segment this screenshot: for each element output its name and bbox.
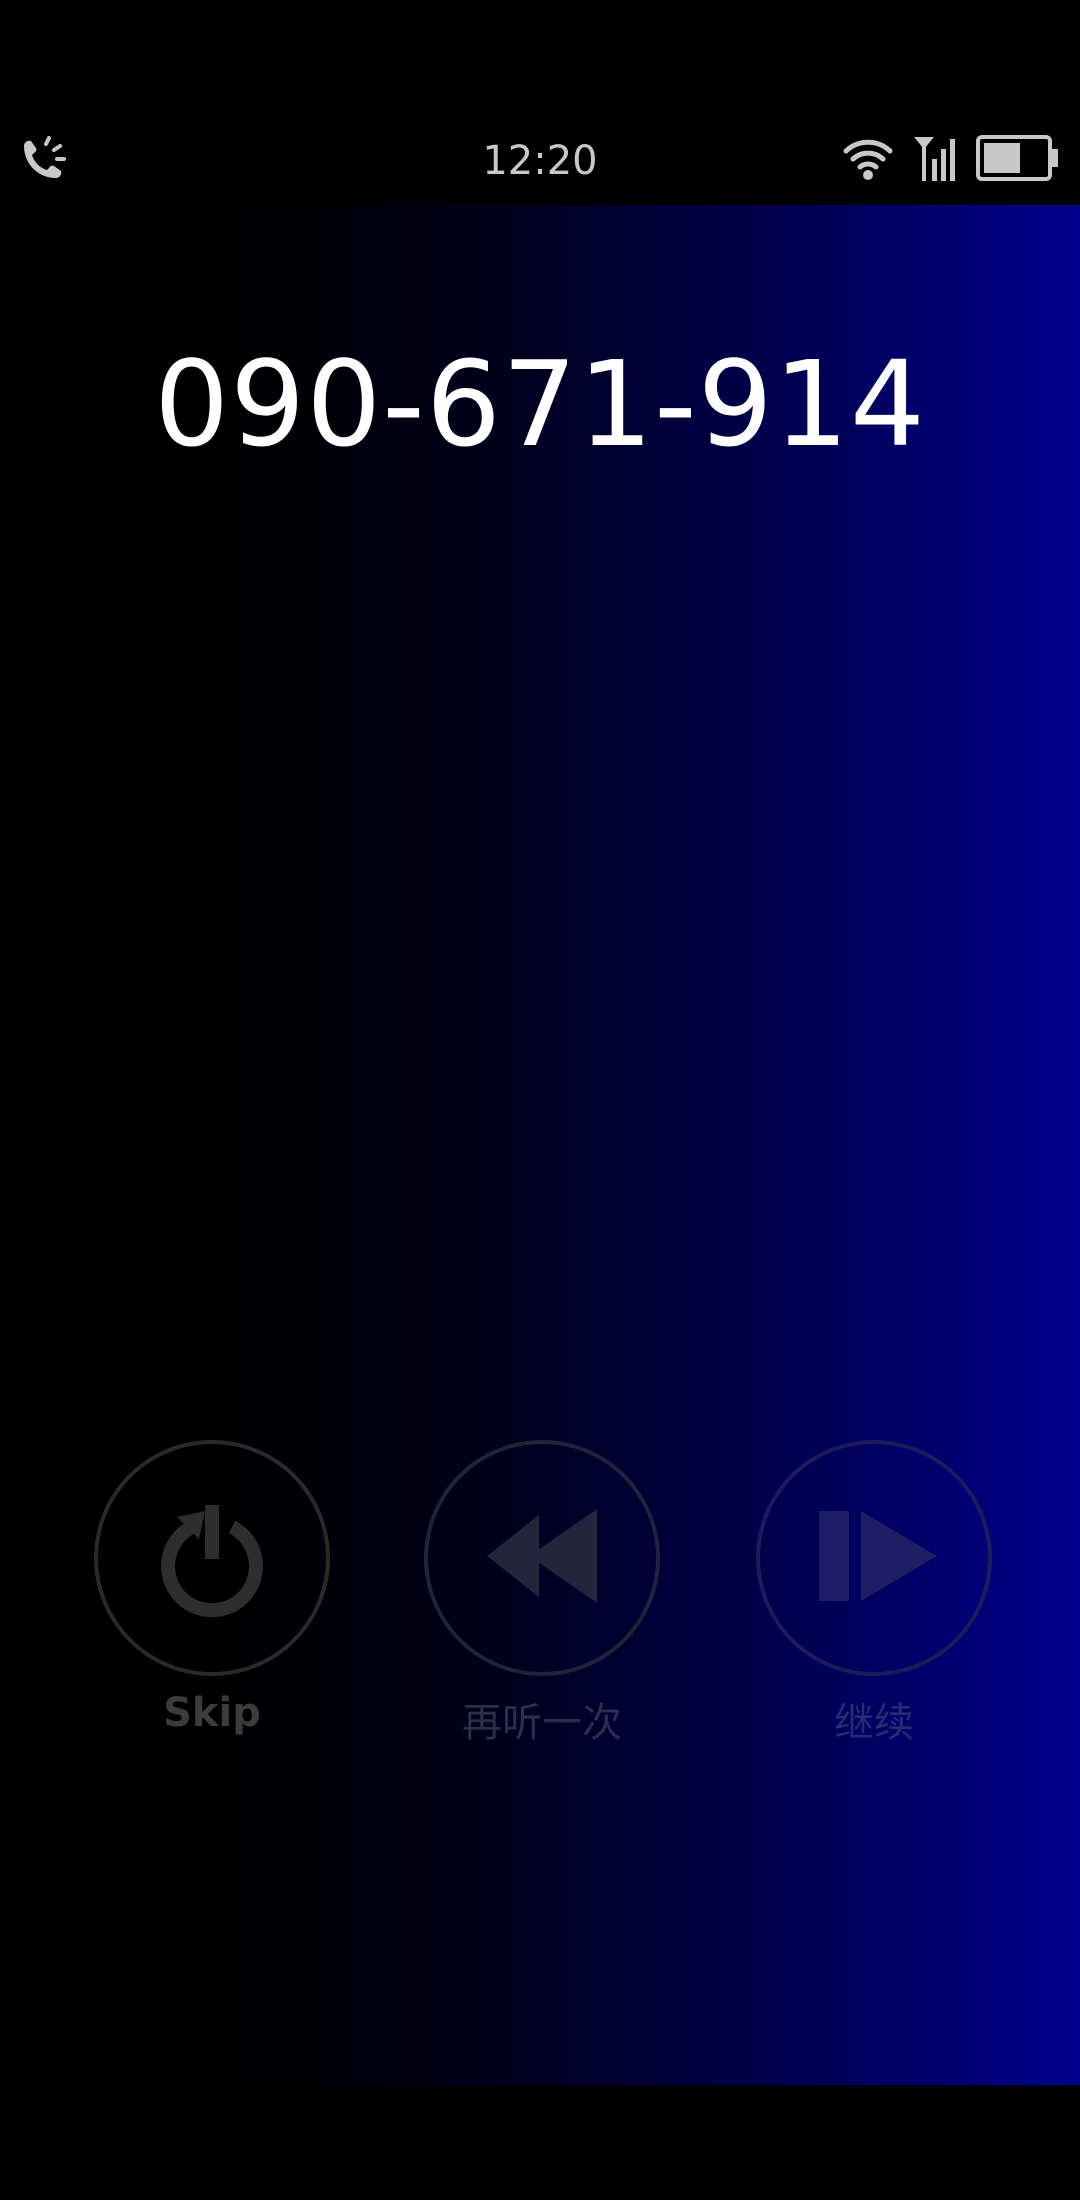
replay-button[interactable]: 再听一次: [422, 1440, 662, 1748]
status-bar: 12:20: [0, 0, 1080, 205]
call-controls: Skip 再听一次 继续: [0, 1440, 1080, 1780]
battery-icon: [976, 133, 1060, 187]
navigation-bar: [0, 2085, 1080, 2200]
signal-icon: [912, 133, 958, 187]
continue-button[interactable]: 继续: [754, 1440, 994, 1748]
replay-label: 再听一次: [462, 1700, 622, 1746]
power-restart-icon: [147, 1491, 277, 1625]
replay-button-ring[interactable]: [424, 1440, 660, 1676]
skip-button-ring[interactable]: [94, 1440, 330, 1676]
caller-phone-number: 090-671-914: [154, 335, 926, 473]
rewind-icon: [477, 1501, 607, 1615]
wifi-icon: [842, 133, 894, 187]
incoming-call-screen: 090-671-914 Skip 再听一次 继续: [0, 205, 1080, 2085]
status-icons: [842, 132, 1060, 187]
skip-label: Skip: [163, 1690, 261, 1736]
continue-button-ring[interactable]: [756, 1440, 992, 1676]
skip-button[interactable]: Skip: [92, 1440, 332, 1736]
play-next-icon: [809, 1491, 939, 1625]
continue-label: 继续: [834, 1700, 914, 1746]
